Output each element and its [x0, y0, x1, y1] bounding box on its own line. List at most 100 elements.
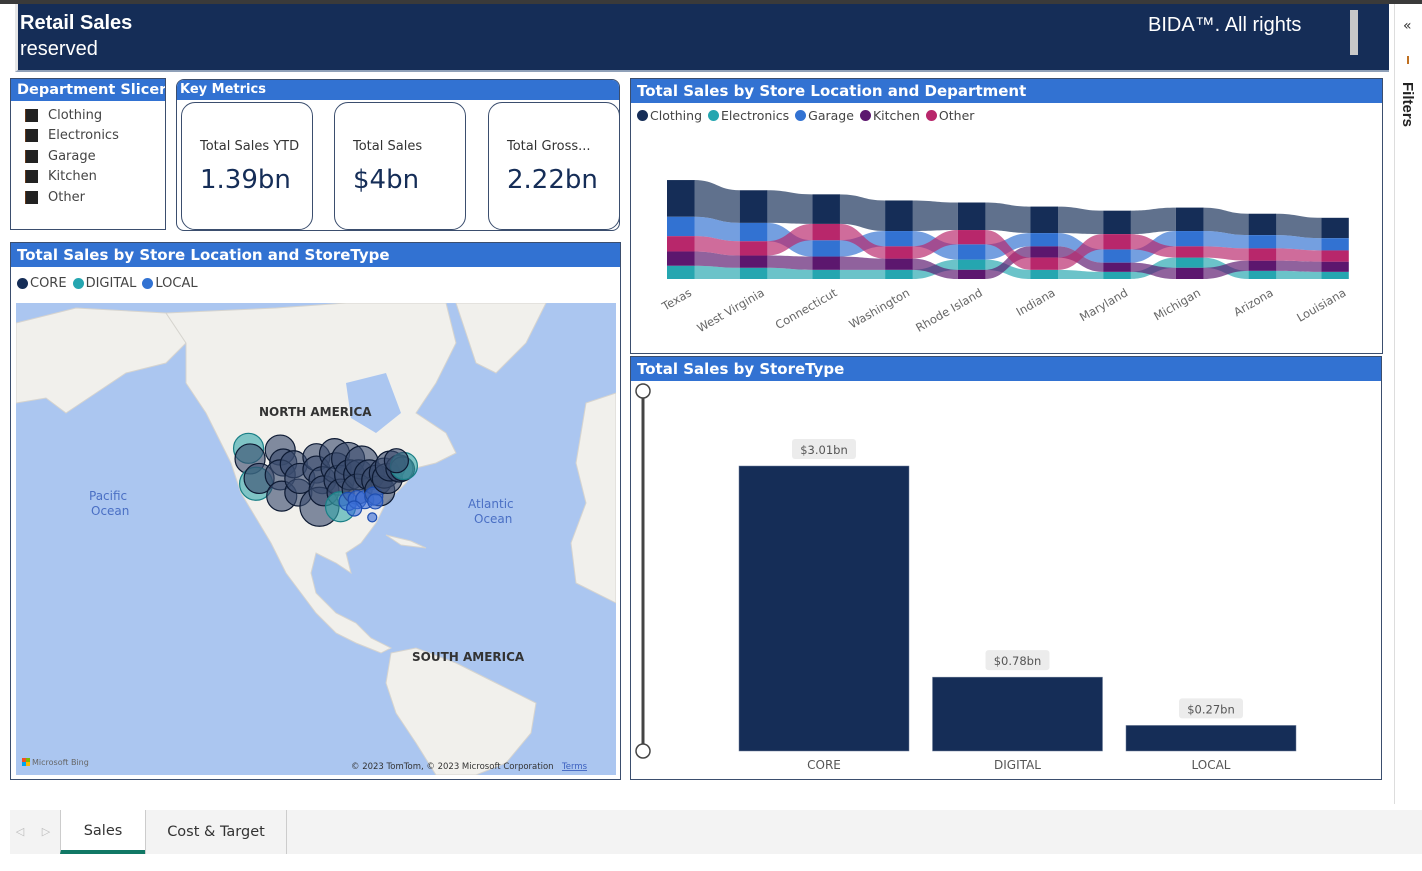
ribbon-segment-garage[interactable] [1175, 231, 1204, 247]
ribbon-segment-electronics[interactable] [1248, 270, 1277, 279]
ribbon-clothing[interactable] [694, 180, 740, 223]
ribbon-segment-clothing[interactable] [957, 202, 986, 231]
ribbon-segment-electronics[interactable] [812, 269, 840, 279]
ribbon-segment-kitchen[interactable] [1175, 267, 1204, 279]
ribbon-segment-electronics[interactable] [1103, 271, 1131, 279]
bubble-map[interactable]: NORTH AMERICA SOUTH AMERICA Pacific Ocea… [16, 303, 616, 775]
ribbon-segment-clothing[interactable] [812, 194, 840, 224]
filters-pane[interactable]: « Filters [1394, 4, 1422, 804]
checkbox-icon[interactable] [25, 190, 38, 204]
ribbon-segment-other[interactable] [1248, 248, 1277, 261]
ribbon-kitchen[interactable] [1275, 260, 1322, 272]
ribbon-segment-other[interactable] [1030, 257, 1059, 270]
header-scrollbar[interactable] [1350, 10, 1358, 55]
map-legend-item-digital[interactable]: DIGITAL [72, 276, 136, 291]
bar-digital[interactable] [932, 676, 1103, 752]
ribbon-segment-kitchen[interactable] [885, 258, 913, 270]
next-page-icon[interactable]: ▷ [36, 810, 56, 854]
ribbon-segment-electronics[interactable] [739, 267, 768, 279]
ribbon-segment-garage[interactable] [957, 244, 986, 260]
bar-local[interactable] [1125, 725, 1297, 752]
ribbon-segment-other[interactable] [812, 223, 840, 241]
map-legend-item-core[interactable]: CORE [17, 276, 67, 291]
checkbox-icon[interactable] [25, 129, 38, 143]
ribbon-segment-clothing[interactable] [667, 180, 695, 217]
ribbon-segment-garage[interactable] [667, 216, 695, 237]
ribbon-segment-kitchen[interactable] [667, 251, 695, 266]
ribbon-legend-item-garage[interactable]: Garage [795, 108, 854, 123]
ribbon-clothing[interactable] [1275, 213, 1322, 239]
ribbon-segment-electronics[interactable] [1175, 257, 1204, 268]
ribbon-segment-other[interactable] [739, 241, 768, 256]
ribbon-segment-clothing[interactable] [1175, 207, 1204, 232]
ribbon-segment-clothing[interactable] [1030, 206, 1059, 234]
map-canvas[interactable]: NORTH AMERICA SOUTH AMERICA Pacific Ocea… [16, 303, 616, 775]
ribbon-clothing[interactable] [1130, 207, 1176, 235]
tab-sales[interactable]: Sales [60, 810, 145, 854]
ribbon-segment-other[interactable] [667, 236, 695, 252]
map-bubble-local[interactable] [367, 493, 384, 510]
slicer-item-kitchen[interactable]: Kitchen [25, 167, 165, 188]
ribbon-segment-kitchen[interactable] [1321, 261, 1349, 272]
ribbon-legend-item-kitchen[interactable]: Kitchen [859, 108, 920, 123]
filters-label[interactable]: Filters [1399, 82, 1416, 127]
prev-page-icon[interactable]: ◁ [10, 810, 30, 854]
ribbon-segment-garage[interactable] [812, 240, 840, 257]
ribbon-clothing[interactable] [766, 190, 813, 224]
ribbon-clothing[interactable] [1057, 206, 1104, 235]
map-bubble-local[interactable] [346, 500, 363, 517]
range-slider-handle-top[interactable] [635, 383, 651, 399]
ribbon-segment-garage[interactable] [885, 231, 913, 247]
ribbon-segment-kitchen[interactable] [739, 255, 768, 268]
ribbon-clothing[interactable] [984, 202, 1031, 234]
map-bubble-local[interactable] [367, 512, 378, 523]
slicer-item-clothing[interactable]: Clothing [25, 105, 165, 126]
ribbon-segment-clothing[interactable] [1321, 217, 1349, 239]
ribbon-segment-electronics[interactable] [1321, 271, 1349, 279]
ribbon-segment-garage[interactable] [1103, 249, 1131, 263]
ribbon-segment-kitchen[interactable] [1248, 260, 1277, 271]
ribbon-electronics[interactable] [694, 265, 740, 279]
ribbon-segment-electronics[interactable] [667, 265, 695, 279]
ribbon-legend-item-other[interactable]: Other [925, 108, 974, 123]
ribbon-electronics[interactable] [839, 269, 886, 279]
ribbon-segment-other[interactable] [885, 246, 913, 259]
map-bubble-core[interactable] [383, 448, 409, 474]
checkbox-icon[interactable] [25, 149, 38, 163]
ribbon-segment-garage[interactable] [1030, 233, 1059, 247]
ribbon-kitchen[interactable] [766, 255, 813, 270]
ribbon-legend-item-electronics[interactable]: Electronics [708, 108, 789, 123]
ribbon-segment-garage[interactable] [1248, 235, 1277, 249]
ribbon-segment-kitchen[interactable] [957, 269, 986, 279]
terms-link[interactable]: Terms [561, 762, 588, 772]
tab-cost-target[interactable]: Cost & Target [145, 810, 287, 854]
map-legend-item-local[interactable]: LOCAL [142, 276, 198, 291]
checkbox-icon[interactable] [25, 170, 38, 184]
ribbon-legend-item-clothing[interactable]: Clothing [637, 108, 702, 123]
ribbon-segment-other[interactable] [1321, 250, 1349, 262]
bar-core[interactable] [738, 465, 910, 752]
metric-card-total-sales-ytd[interactable]: Total Sales YTD 1.39bn [181, 102, 313, 230]
ribbon-segment-garage[interactable] [739, 222, 768, 242]
range-slider-handle-bottom[interactable] [635, 743, 651, 759]
slicer-item-electronics[interactable]: Electronics [25, 126, 165, 147]
ribbon-segment-electronics[interactable] [957, 259, 986, 270]
ribbon-segment-kitchen[interactable] [1103, 262, 1131, 272]
ribbon-segment-kitchen[interactable] [1030, 246, 1059, 258]
metric-card-total-sales[interactable]: Total Sales $4bn [334, 102, 466, 230]
collapse-filters-icon[interactable]: « [1403, 18, 1412, 34]
ribbon-segment-clothing[interactable] [1103, 210, 1131, 235]
ribbon-segment-other[interactable] [957, 230, 986, 245]
ribbon-segment-garage[interactable] [1321, 238, 1349, 251]
ribbon-clothing[interactable] [1202, 207, 1249, 236]
slicer-item-other[interactable]: Other [25, 187, 165, 208]
ribbon-electronics[interactable] [1275, 270, 1322, 279]
ribbon-segment-kitchen[interactable] [812, 256, 840, 270]
ribbon-segment-electronics[interactable] [885, 269, 913, 279]
ribbon-segment-clothing[interactable] [1248, 213, 1277, 236]
metric-card-total-gross[interactable]: Total Gross... 2.22bn [488, 102, 620, 230]
ribbon-segment-clothing[interactable] [885, 200, 913, 232]
ribbon-segment-clothing[interactable] [739, 190, 768, 223]
ribbon-segment-electronics[interactable] [1030, 269, 1059, 279]
checkbox-icon[interactable] [25, 108, 38, 122]
